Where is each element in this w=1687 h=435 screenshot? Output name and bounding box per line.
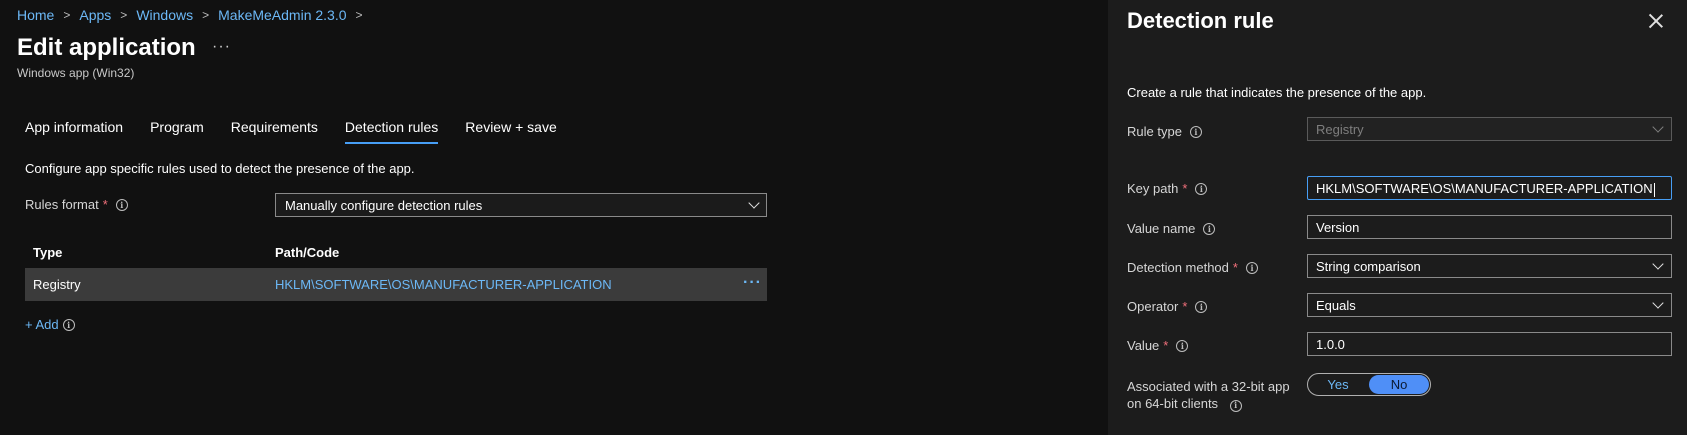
page-subtitle: Windows app (Win32) [17, 66, 135, 80]
value-value: 1.0.0 [1316, 337, 1345, 352]
table-header: Type Path/Code [25, 236, 767, 268]
assoc-label-line1: Associated with a 32-bit app [1127, 379, 1290, 394]
value-name-input[interactable]: Version [1307, 215, 1672, 239]
chevron-down-icon [748, 197, 760, 209]
required-marker: * [1182, 181, 1188, 196]
tab-review-save[interactable]: Review + save [465, 119, 556, 144]
required-marker: * [102, 197, 108, 212]
operator-value: Equals [1316, 298, 1356, 313]
panel-title: Detection rule [1127, 8, 1274, 33]
info-icon[interactable]: i [1229, 399, 1242, 412]
detection-rule-panel: Detection rule Create a rule that indica… [1108, 0, 1687, 435]
row-type: Registry [33, 277, 81, 292]
assoc-label-line2-text: on 64-bit clients [1127, 396, 1219, 411]
required-marker: * [1232, 260, 1238, 275]
close-icon[interactable] [1647, 12, 1665, 30]
rules-format-label-text: Rules format [25, 197, 99, 212]
text-caret [1653, 182, 1655, 197]
breadcrumb-apps[interactable]: Apps [79, 7, 111, 23]
add-rule-label: + Add [25, 317, 59, 332]
detection-rules-table: Type Path/Code Registry HKLM\SOFTWARE\OS… [25, 236, 767, 301]
info-icon[interactable]: i [1189, 125, 1202, 138]
chevron-down-icon [1652, 121, 1664, 133]
value-label: Value * i [1127, 338, 1189, 353]
chevron-right-icon: > [120, 8, 128, 22]
key-path-label: Key path * i [1127, 181, 1208, 196]
info-icon[interactable]: i [62, 318, 75, 331]
value-label-text: Value [1127, 338, 1160, 353]
toggle-no-option[interactable]: No [1369, 375, 1429, 394]
info-icon[interactable]: i [1176, 339, 1189, 352]
assoc-label-line2: on 64-bit clients i [1127, 395, 1290, 412]
detection-description: Configure app specific rules used to det… [25, 161, 415, 176]
required-marker: * [1163, 338, 1169, 353]
column-header-type: Type [33, 244, 63, 260]
breadcrumb: Home > Apps > Windows > MakeMeAdmin 2.3.… [17, 7, 372, 23]
rules-format-select[interactable]: Manually configure detection rules [275, 193, 767, 217]
panel-description: Create a rule that indicates the presenc… [1127, 85, 1427, 100]
breadcrumb-app[interactable]: MakeMeAdmin 2.3.0 [218, 7, 346, 23]
key-path-label-text: Key path [1127, 181, 1179, 196]
table-row[interactable]: Registry HKLM\SOFTWARE\OS\MANUFACTURER-A… [25, 268, 767, 301]
tab-bar: App information Program Requirements Det… [25, 119, 584, 144]
chevron-right-icon: > [63, 8, 71, 22]
detection-method-label: Detection method * i [1127, 260, 1258, 275]
chevron-down-icon [1652, 297, 1664, 309]
assoc-32bit-toggle[interactable]: Yes No [1307, 373, 1431, 396]
tab-detection-rules[interactable]: Detection rules [344, 119, 439, 144]
tab-requirements[interactable]: Requirements [231, 119, 318, 144]
info-icon[interactable]: i [1195, 182, 1208, 195]
rule-type-label-text: Rule type [1127, 124, 1182, 139]
value-input[interactable]: 1.0.0 [1307, 332, 1672, 356]
rules-format-value: Manually configure detection rules [285, 198, 483, 213]
edit-application-pane: Home > Apps > Windows > MakeMeAdmin 2.3.… [0, 0, 1108, 435]
more-options-icon[interactable]: ··· [212, 38, 231, 56]
operator-label-text: Operator [1127, 299, 1179, 314]
detection-method-value: String comparison [1316, 259, 1421, 274]
info-icon[interactable]: i [1195, 300, 1208, 313]
detection-method-label-text: Detection method [1127, 260, 1229, 275]
operator-select[interactable]: Equals [1307, 293, 1672, 317]
detection-method-select[interactable]: String comparison [1307, 254, 1672, 278]
breadcrumb-windows[interactable]: Windows [136, 7, 193, 23]
operator-label: Operator * i [1127, 299, 1208, 314]
value-name-label-text: Value name [1127, 221, 1196, 236]
tab-program[interactable]: Program [150, 119, 204, 144]
column-header-path: Path/Code [275, 244, 340, 260]
key-path-input[interactable]: HKLM\SOFTWARE\OS\MANUFACTURER-APPLICATIO… [1307, 176, 1672, 200]
toggle-yes-option[interactable]: Yes [1308, 374, 1368, 395]
row-path-link[interactable]: HKLM\SOFTWARE\OS\MANUFACTURER-APPLICATIO… [275, 277, 612, 292]
row-more-options-icon[interactable]: ··· [743, 274, 762, 292]
assoc-32bit-label: Associated with a 32-bit app on 64-bit c… [1127, 378, 1290, 412]
rule-type-select[interactable]: Registry [1307, 117, 1672, 141]
chevron-right-icon: > [202, 8, 210, 22]
required-marker: * [1182, 299, 1188, 314]
breadcrumb-home[interactable]: Home [17, 7, 54, 23]
info-icon[interactable]: i [115, 198, 128, 211]
key-path-value: HKLM\SOFTWARE\OS\MANUFACTURER-APPLICATIO… [1316, 181, 1653, 196]
rules-format-label: Rules format * i [25, 197, 128, 212]
page-title: Edit application [17, 34, 196, 61]
add-rule-button[interactable]: + Add i [25, 317, 75, 332]
chevron-down-icon [1652, 258, 1664, 270]
chevron-right-icon: > [355, 8, 363, 22]
value-name-value: Version [1316, 220, 1360, 235]
info-icon[interactable]: i [1203, 222, 1216, 235]
info-icon[interactable]: i [1245, 261, 1258, 274]
value-name-label: Value name i [1127, 221, 1216, 236]
rule-type-value: Registry [1316, 122, 1364, 137]
rule-type-label: Rule type i [1127, 124, 1202, 139]
tab-app-information[interactable]: App information [25, 119, 123, 144]
